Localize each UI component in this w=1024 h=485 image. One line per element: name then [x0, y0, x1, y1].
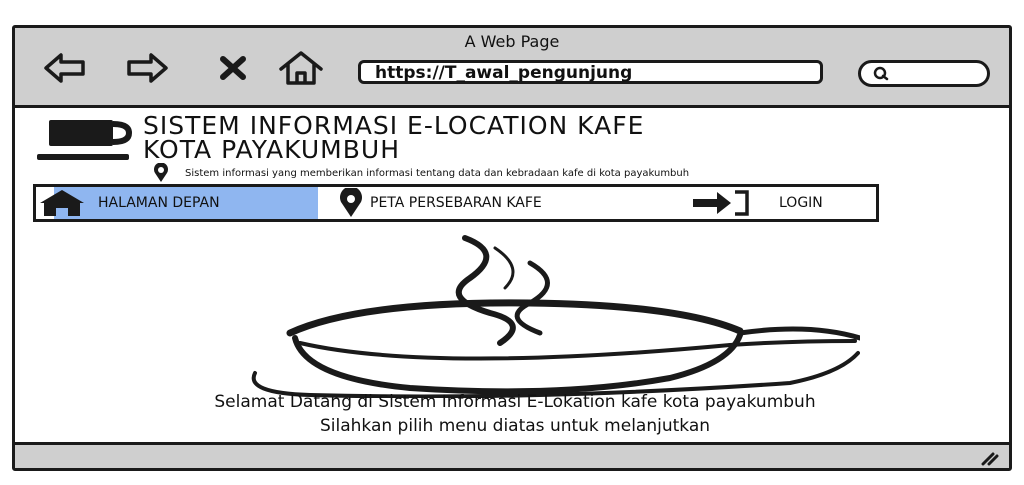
- window-title: A Web Page: [464, 32, 560, 51]
- welcome-line-1: Selamat Datang di Sistem Informasi E-Lok…: [214, 392, 816, 412]
- back-arrow-icon[interactable]: [43, 50, 87, 86]
- title-line-2: KOTA PAYAKUMBUH: [143, 135, 400, 164]
- menu-item-login[interactable]: LOGIN: [691, 187, 861, 219]
- search-input[interactable]: [858, 60, 990, 87]
- coffee-cup-illustration-icon: [251, 235, 860, 398]
- map-pin-icon: [154, 163, 168, 182]
- menu-item-halaman-depan[interactable]: HALAMAN DEPAN: [40, 187, 318, 219]
- url-text: https://T_awal_pengunjung: [375, 63, 633, 83]
- map-pin-icon: [340, 188, 362, 217]
- page-subtitle: Sistem informasi yang memberikan informa…: [185, 168, 690, 179]
- resize-handle-icon[interactable]: [979, 448, 999, 466]
- forward-arrow-icon[interactable]: [125, 50, 169, 86]
- status-bar: [15, 442, 1009, 468]
- menu-item-label: HALAMAN DEPAN: [98, 195, 220, 211]
- browser-toolbar: A Web Page https://T_awal_pengunjung: [15, 28, 1009, 108]
- menu-item-label: PETA PERSEBARAN KAFE: [370, 195, 542, 211]
- close-icon[interactable]: [215, 50, 251, 86]
- login-icon: [693, 190, 749, 216]
- menu-item-label: LOGIN: [779, 195, 823, 211]
- home-icon[interactable]: [277, 50, 325, 86]
- browser-window: A Web Page https://T_awal_pengunjung SIS…: [12, 25, 1012, 471]
- main-menu: HALAMAN DEPAN PETA PERSEBARAN KAFE LOGIN: [33, 184, 879, 222]
- page-title: SISTEM INFORMASI E-LOCATION KAFE KOTA PA…: [143, 113, 644, 164]
- welcome-message: Selamat Datang di Sistem Informasi E-Lok…: [15, 390, 1015, 438]
- search-icon: [873, 66, 889, 81]
- home-icon: [40, 190, 84, 216]
- menu-item-peta-persebaran-kafe[interactable]: PETA PERSEBARAN KAFE: [338, 187, 668, 219]
- coffee-cup-logo-icon: [37, 120, 133, 160]
- welcome-line-2: Silahkan pilih menu diatas untuk melanju…: [319, 416, 711, 436]
- address-bar[interactable]: https://T_awal_pengunjung: [358, 60, 823, 84]
